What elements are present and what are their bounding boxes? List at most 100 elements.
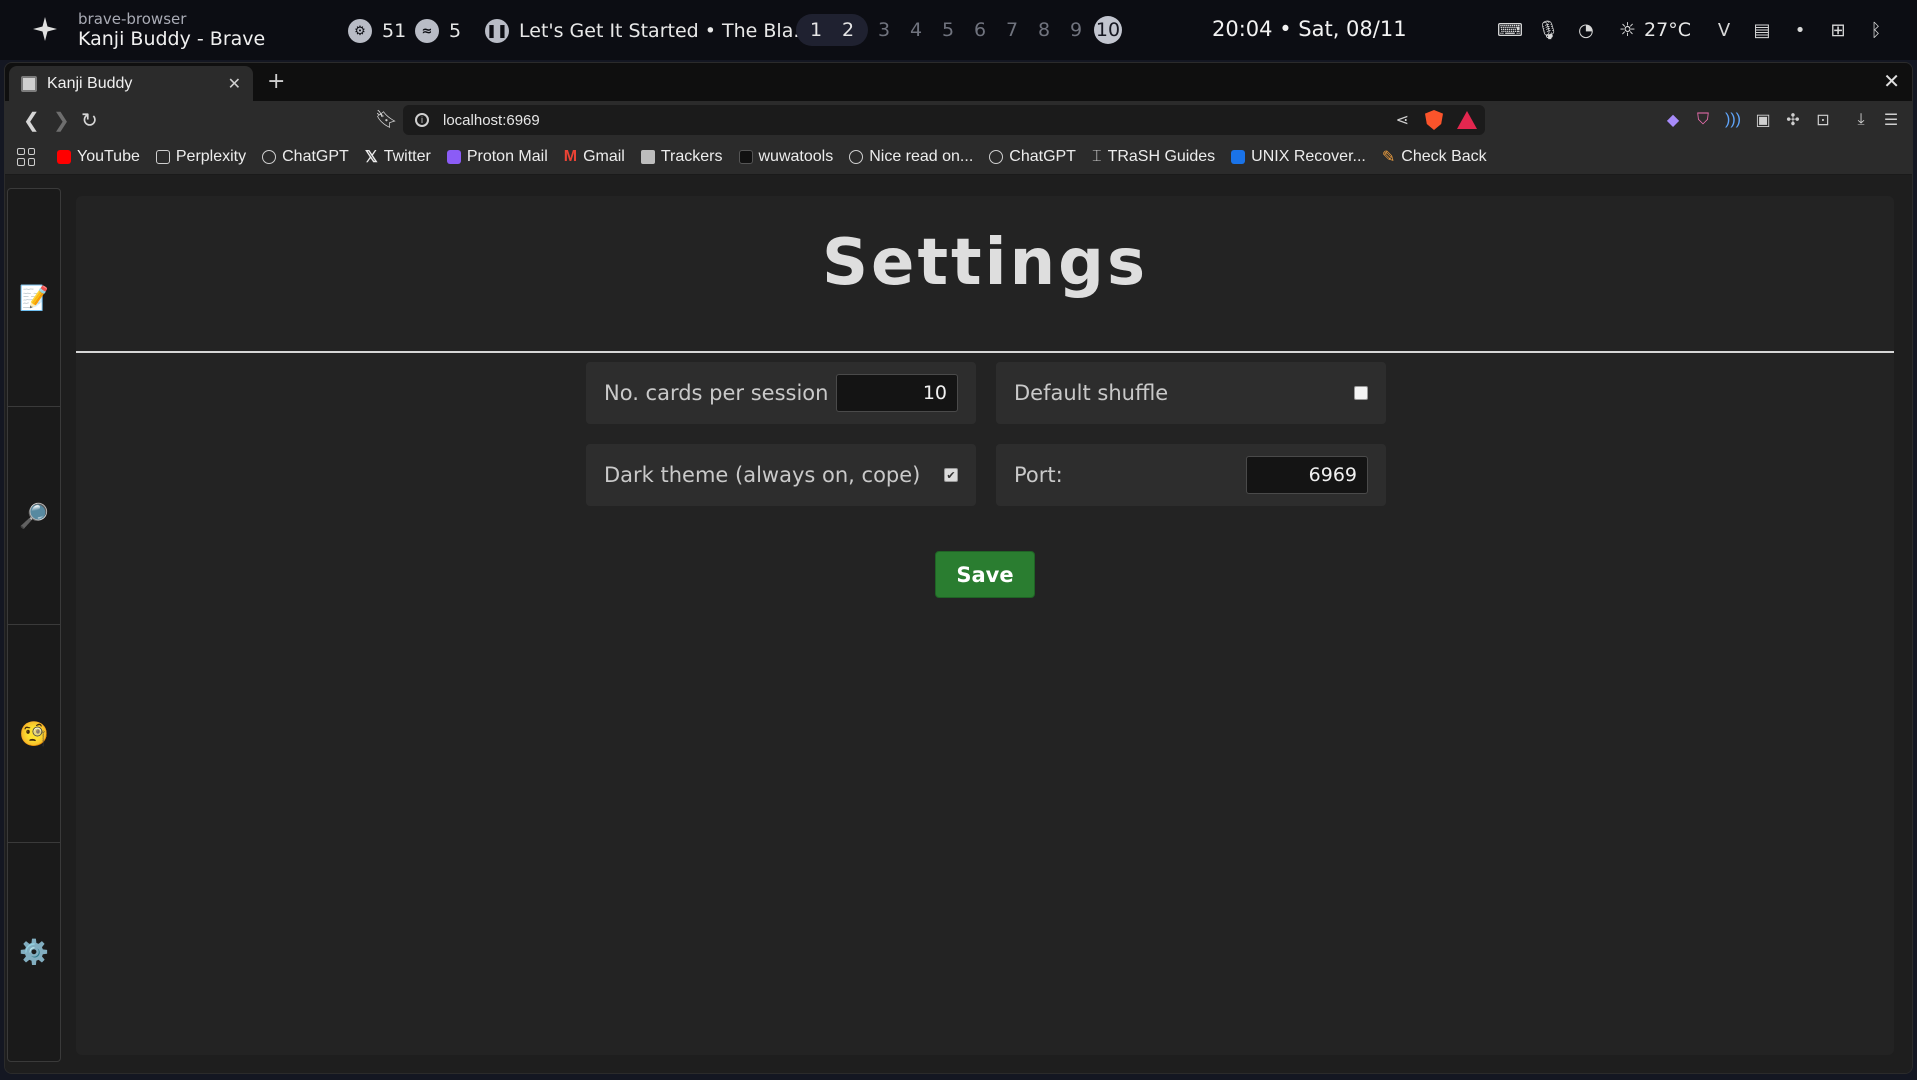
radio-tray-icon[interactable]: ▤	[1743, 16, 1781, 44]
workspace-2[interactable]: 2	[832, 14, 864, 46]
cards-per-session-input[interactable]	[836, 374, 958, 412]
memo-icon: 📝	[19, 283, 49, 312]
bookmark-proton-mail[interactable]: Proton Mail	[439, 148, 556, 166]
idle-inhibitor-icon[interactable]: ◔	[1567, 16, 1605, 44]
menu-icon[interactable]: ☰	[1878, 107, 1904, 133]
temperature-icon: ≈	[415, 19, 439, 43]
workspace-5[interactable]: 5	[932, 14, 964, 46]
extension-diamond-icon[interactable]: ◆	[1660, 107, 1686, 133]
bookmark-label: TRaSH Guides	[1107, 147, 1216, 165]
share-icon[interactable]: ⋖	[1396, 110, 1409, 130]
port-input[interactable]	[1246, 456, 1368, 494]
bookmark-twitter[interactable]: 𝕏 Twitter	[357, 147, 439, 167]
workspace-1[interactable]: 1	[800, 14, 832, 46]
clock[interactable]: 20:04 • Sat, 08/11	[1212, 17, 1407, 41]
perplexity-icon	[155, 149, 170, 164]
dot-icon: •	[1794, 19, 1806, 41]
downloads-icon[interactable]: ⤓	[1848, 107, 1874, 133]
wuwatools-icon	[738, 149, 753, 164]
bluetooth-icon[interactable]: ᛒ	[1857, 16, 1895, 44]
tab-close-icon[interactable]: ✕	[228, 74, 241, 94]
bookmark-nice-read[interactable]: Nice read on...	[841, 148, 981, 166]
bookmark-label: Trackers	[660, 147, 723, 165]
screenshot-icon[interactable]: ⊡	[1810, 107, 1836, 133]
back-icon[interactable]: ❮	[23, 108, 40, 133]
media-player[interactable]: ❚❚ Let's Get It Started • The Bla...	[485, 19, 811, 43]
temperature-value: 5	[449, 20, 462, 42]
network-icon[interactable]: ⊞	[1819, 16, 1857, 44]
workspace-10[interactable]: 10	[1094, 16, 1122, 44]
cpu-status[interactable]: ⚙ 51	[348, 19, 406, 43]
tab-kanji-buddy[interactable]: Kanji Buddy ✕	[9, 66, 253, 101]
extension-icons: ◆ ⛉ ))) ▣ ✣ ⊡ ⤓ ☰	[1660, 107, 1904, 133]
close-window-icon[interactable]: ✕	[1883, 69, 1900, 93]
sidebar-item-notes[interactable]: 📝	[8, 189, 60, 407]
address-bar[interactable]: i localhost:6969 ⋖	[403, 105, 1485, 135]
gear-icon: ⚙️	[19, 938, 49, 966]
bookmark-trackers[interactable]: Trackers	[633, 148, 731, 166]
sidebar-item-settings[interactable]: ⚙️	[8, 843, 60, 1061]
bookmark-youtube[interactable]: YouTube	[49, 148, 148, 166]
trash-guides-icon: ⌶	[1091, 147, 1102, 165]
dark-theme-checkbox[interactable]: ✔	[944, 468, 958, 482]
extension-bookmark-icon[interactable]: ⛉	[1690, 107, 1716, 133]
bookmark-label: Proton Mail	[466, 147, 548, 165]
bookmark-check-back[interactable]: ✎ Check Back	[1374, 147, 1495, 167]
bookmark-wuwatools[interactable]: wuwatools	[731, 148, 842, 166]
workspace-3[interactable]: 3	[868, 14, 900, 46]
save-button[interactable]: Save	[935, 551, 1035, 598]
site-info-icon[interactable]: i	[415, 113, 429, 127]
keyboard-icon[interactable]: ⌨	[1491, 16, 1529, 44]
weather-widget[interactable]: ☼ 27°C	[1605, 19, 1705, 41]
youtube-icon	[57, 149, 71, 164]
workspace-7[interactable]: 7	[996, 14, 1028, 46]
bookmark-label: Twitter	[383, 147, 431, 165]
bookmark-trash-guides[interactable]: ⌶ TRaSH Guides	[1084, 148, 1223, 166]
bookmark-label: UNIX Recover...	[1251, 147, 1366, 165]
bookmark-label: Perplexity	[175, 147, 247, 165]
bookmarks-bar: YouTube Perplexity ChatGPT 𝕏 Twitter Prot…	[5, 139, 1912, 175]
setting-label: Dark theme (always on, cope)	[604, 463, 921, 487]
launcher-star-icon[interactable]	[32, 16, 58, 42]
workspace-switcher: 1 2 3 4 5 6 7 8 9 10	[796, 14, 1124, 46]
microphone-icon[interactable]: 🎙	[1529, 16, 1567, 44]
temperature-status[interactable]: ≈ 5	[415, 19, 461, 43]
extensions-puzzle-icon[interactable]: ✣	[1780, 107, 1806, 133]
workspace-8[interactable]: 8	[1028, 14, 1060, 46]
brave-shields-icon[interactable]	[1425, 110, 1443, 130]
unix-recover-icon	[1231, 149, 1246, 164]
reload-icon[interactable]: ↻	[81, 108, 98, 133]
setting-label: No. cards per session	[604, 381, 829, 405]
tab-strip: Kanji Buddy ✕ + ✕	[5, 63, 1912, 101]
bookmark-label: ChatGPT	[282, 147, 349, 165]
twitter-x-icon: 𝕏	[364, 148, 378, 166]
bookmark-page-icon[interactable]: 🔖︎	[375, 109, 398, 130]
bookmark-chatgpt[interactable]: ChatGPT	[254, 148, 357, 166]
setting-default-shuffle: Default shuffle	[996, 362, 1386, 424]
default-shuffle-checkbox[interactable]	[1354, 386, 1368, 400]
extension-audio-icon[interactable]: )))	[1720, 107, 1746, 133]
cpu-value: 51	[382, 20, 407, 42]
bookmark-unix-recover[interactable]: UNIX Recover...	[1223, 148, 1374, 166]
title-divider	[76, 351, 1894, 353]
setting-port: Port:	[996, 444, 1386, 506]
bookmark-gmail[interactable]: M Gmail	[556, 148, 633, 166]
setting-dark-theme: Dark theme (always on, cope) ✔	[586, 444, 976, 506]
bookmark-label: YouTube	[77, 147, 140, 165]
brave-rewards-icon[interactable]	[1457, 111, 1477, 129]
workspace-6[interactable]: 6	[964, 14, 996, 46]
bookmark-perplexity[interactable]: Perplexity	[148, 148, 254, 166]
workspace-4[interactable]: 4	[900, 14, 932, 46]
bookmark-chatgpt-2[interactable]: ChatGPT	[981, 148, 1084, 166]
vscode-tray-icon[interactable]: V	[1705, 16, 1743, 44]
apps-grid-icon[interactable]	[15, 146, 37, 168]
bookmark-label: Gmail	[583, 147, 625, 165]
sidebar-item-quiz[interactable]: 🧐	[8, 625, 60, 843]
new-tab-icon[interactable]: +	[267, 69, 285, 94]
cpu-icon: ⚙	[348, 19, 372, 43]
sidebar-item-search[interactable]: 🔎	[8, 407, 60, 625]
pause-icon[interactable]: ❚❚	[485, 19, 509, 43]
extension-video-icon[interactable]: ▣	[1750, 107, 1776, 133]
forward-icon[interactable]: ❯	[53, 108, 70, 133]
workspace-9[interactable]: 9	[1060, 14, 1092, 46]
